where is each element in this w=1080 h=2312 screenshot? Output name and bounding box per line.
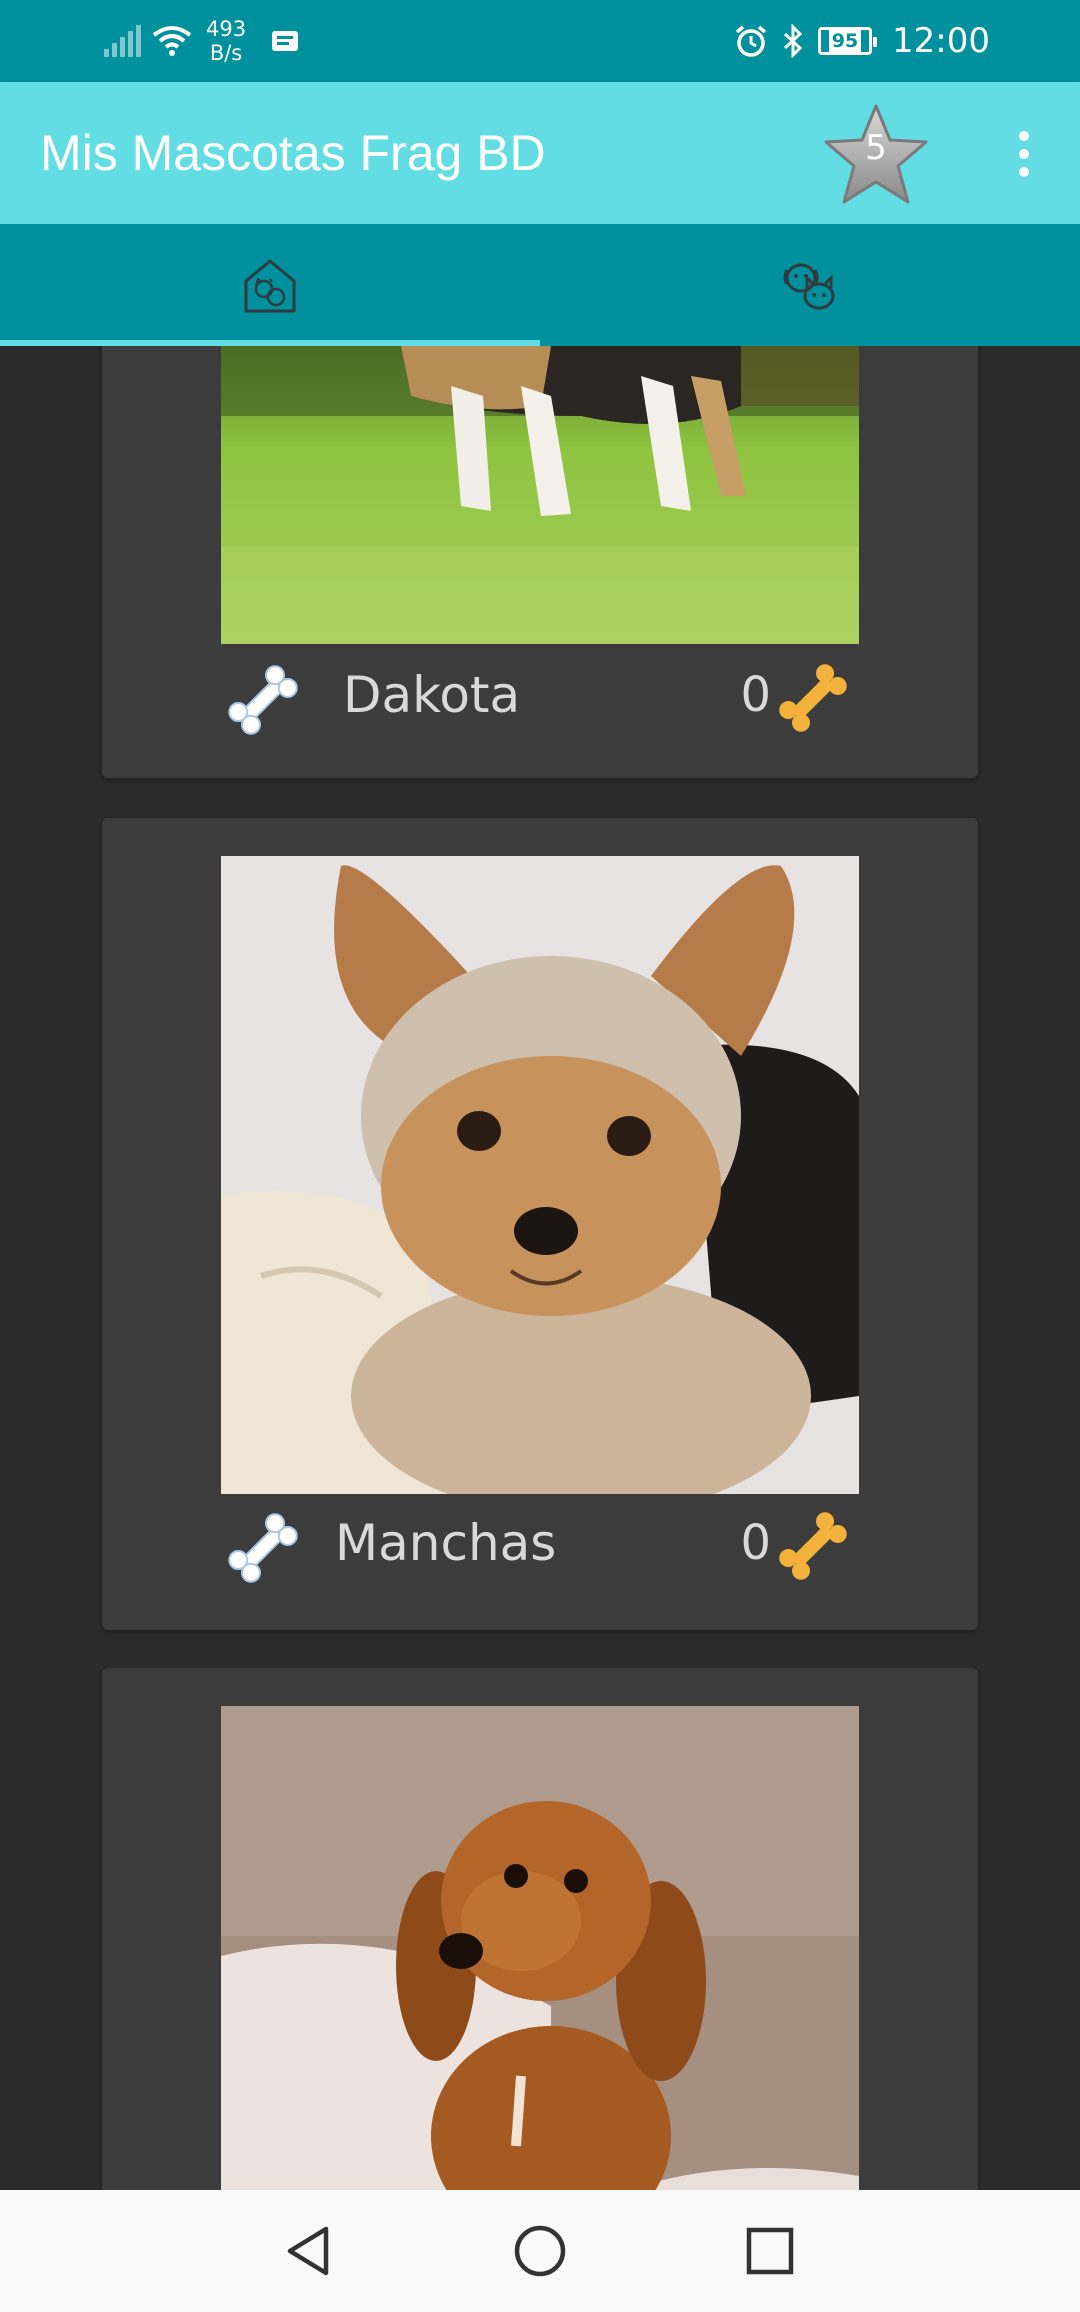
network-speed-unit: B/s [209,41,243,65]
favorites-count: 5 [865,128,887,168]
pet-name: Manchas [335,1514,557,1572]
network-speed: 493 B/s [206,17,246,65]
network-speed-value: 493 [206,17,247,41]
status-right: 95 12:00 [734,0,990,82]
pet-photo [221,346,859,644]
favorites-button[interactable]: 5 [820,100,932,212]
home-icon[interactable] [510,2221,570,2281]
like-bone-button[interactable] [221,658,305,742]
pet-info-row: Dakota 0 [221,650,859,740]
like-count: 0 [740,667,771,723]
wifi-icon [152,26,192,56]
pet-photo-image [221,346,859,644]
bluetooth-icon [783,24,803,58]
pet-card [102,1668,978,2190]
app-title: Mis Mascotas Frag BD [40,125,546,181]
pet-photo-image [221,1706,859,2190]
status-bar: 493 B/s 95 12:00 [0,0,1080,82]
battery-level: 95 [828,30,862,52]
pet-name: Dakota [343,666,521,724]
overflow-menu-button[interactable] [1004,124,1044,184]
message-notification-icon [272,31,299,51]
back-icon[interactable] [280,2221,340,2281]
pet-photo [221,1706,859,2190]
pet-list[interactable]: Dakota 0 Manchas 0 [0,346,1080,2190]
like-count: 0 [740,1515,771,1571]
alarm-icon [735,25,767,57]
overflow-dot [1019,131,1029,141]
recents-icon[interactable] [740,2221,800,2281]
like-bone-button[interactable] [221,1506,305,1590]
status-left: 493 B/s [104,0,300,82]
app-bar: Mis Mascotas Frag BD 5 [0,82,1080,224]
overflow-dot [1019,167,1029,177]
gold-bone-icon [779,1512,847,1580]
pet-card: Dakota 0 [102,346,978,778]
tab-bar [0,224,1080,346]
battery-icon: 95 [818,27,878,55]
pet-card: Manchas 0 [102,818,978,1630]
pet-photo-image [221,856,859,1494]
signal-icon [104,25,141,57]
system-navigation-bar [0,2190,1080,2312]
dog-cat-icon [783,263,835,310]
gold-bone-icon [779,664,847,732]
clock: 12:00 [892,21,990,61]
tab-home[interactable] [0,224,540,346]
tab-pets[interactable] [540,224,1080,346]
pet-photo [221,856,859,1494]
overflow-dot [1019,149,1029,159]
home-pet-icon [244,259,296,313]
pet-info-row: Manchas 0 [221,1498,859,1588]
